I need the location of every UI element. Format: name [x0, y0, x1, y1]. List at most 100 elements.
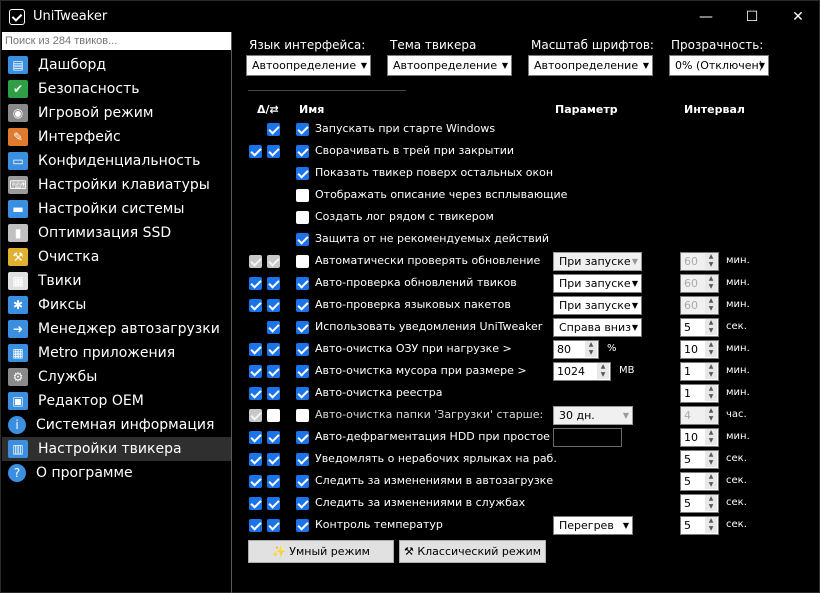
search-input[interactable] — [2, 32, 231, 50]
enable-checkbox[interactable] — [296, 431, 309, 444]
title-bar[interactable]: UniTweaker — ☐ ✕ — [1, 1, 820, 32]
sidebar-item-laptop[interactable]: ▬ Настройки системы — [2, 197, 231, 221]
spin-down-icon[interactable]: ▼ — [597, 371, 609, 379]
spin-down-icon[interactable]: ▼ — [705, 481, 717, 489]
param-dropdown[interactable]: При запуске ▼ — [553, 274, 642, 293]
flag-checkbox-1[interactable] — [249, 343, 262, 356]
enable-checkbox[interactable] — [296, 453, 309, 466]
enable-checkbox[interactable] — [296, 255, 309, 268]
interval-stepper[interactable]: 5 ▲ ▼ — [680, 450, 719, 469]
classic-mode-button[interactable]: ⚒ Классический режим — [399, 540, 546, 563]
sidebar-item-broom[interactable]: ⚒ Очистка — [2, 245, 231, 269]
flag-checkbox-2[interactable] — [267, 475, 280, 488]
sidebar-item-wrench[interactable]: ✱ Фиксы — [2, 293, 231, 317]
enable-checkbox[interactable] — [296, 299, 309, 312]
smart-mode-button[interactable]: ✨ Умный режим — [248, 540, 394, 563]
spin-up-icon[interactable]: ▲ — [705, 473, 717, 481]
spin-down-icon[interactable]: ▼ — [585, 349, 597, 357]
maximize-button[interactable]: ☐ — [729, 1, 775, 32]
spin-up-icon[interactable]: ▲ — [705, 319, 717, 327]
sidebar-item-help[interactable]: ? О программе — [2, 461, 231, 485]
enable-checkbox[interactable] — [296, 343, 309, 356]
spin-up-icon[interactable]: ▲ — [597, 363, 609, 371]
flag-checkbox-1[interactable] — [249, 145, 262, 158]
sidebar-item-dashboard[interactable]: ▤ Дашборд — [2, 53, 231, 77]
interval-stepper[interactable]: 5 ▲ ▼ — [680, 494, 719, 513]
flag-checkbox-2[interactable] — [267, 431, 280, 444]
spin-down-icon[interactable]: ▼ — [705, 327, 717, 335]
enable-checkbox[interactable] — [296, 475, 309, 488]
flag-checkbox-2[interactable] — [267, 387, 280, 400]
spin-down-icon[interactable]: ▼ — [705, 393, 717, 401]
interval-stepper[interactable]: 5 ▲ ▼ — [680, 516, 719, 535]
flag-checkbox-2[interactable] — [267, 145, 280, 158]
interval-stepper[interactable]: 1 ▲ ▼ — [680, 384, 719, 403]
enable-checkbox[interactable] — [296, 211, 309, 224]
enable-checkbox[interactable] — [296, 519, 309, 532]
spin-up-icon[interactable]: ▲ — [705, 495, 717, 503]
param-dropdown[interactable]: Справа вниз ▼ — [553, 318, 642, 337]
sidebar-item-startup[interactable]: ➜ Менеджер автозагрузки — [2, 317, 231, 341]
interval-stepper[interactable]: 5 ▲ ▼ — [680, 472, 719, 491]
param-dropdown[interactable]: Перегрев ▼ — [553, 516, 633, 535]
flag-checkbox-2[interactable] — [267, 321, 280, 334]
flag-checkbox-2[interactable] — [267, 519, 280, 532]
flag-checkbox-2[interactable] — [267, 453, 280, 466]
flag-checkbox-2[interactable] — [267, 343, 280, 356]
enable-checkbox[interactable] — [296, 189, 309, 202]
sidebar-item-keyboard[interactable]: ⌨ Настройки клавиатуры — [2, 173, 231, 197]
enable-checkbox[interactable] — [296, 409, 309, 422]
theme-select[interactable]: Автоопределение ▼ — [387, 55, 512, 76]
sidebar-item-gears[interactable]: ⚙ Службы — [2, 365, 231, 389]
spin-up-icon[interactable]: ▲ — [705, 451, 717, 459]
font-scale-select[interactable]: Автоопределение ▼ — [528, 55, 653, 76]
sidebar-item-shield[interactable]: ✔ Безопасность — [2, 77, 231, 101]
spin-down-icon[interactable]: ▼ — [705, 459, 717, 467]
spin-up-icon[interactable]: ▲ — [585, 341, 597, 349]
enable-checkbox[interactable] — [296, 387, 309, 400]
interval-stepper[interactable]: 10 ▲ ▼ — [680, 428, 719, 447]
enable-checkbox[interactable] — [296, 167, 309, 180]
param-empty-field[interactable] — [553, 428, 622, 447]
opacity-select[interactable]: 0% (Отключен) ▼ — [669, 55, 769, 76]
spin-down-icon[interactable]: ▼ — [705, 349, 717, 357]
enable-checkbox[interactable] — [296, 365, 309, 378]
flag-checkbox-2[interactable] — [267, 277, 280, 290]
spin-down-icon[interactable]: ▼ — [705, 437, 717, 445]
flag-checkbox-1[interactable] — [249, 497, 262, 510]
sidebar-item-gamepad[interactable]: ◉ Игровой режим — [2, 101, 231, 125]
flag-checkbox-2[interactable] — [267, 365, 280, 378]
interval-stepper[interactable]: 10 ▲ ▼ — [680, 340, 719, 359]
flag-checkbox-1[interactable] — [249, 453, 262, 466]
spin-down-icon[interactable]: ▼ — [705, 371, 717, 379]
spin-up-icon[interactable]: ▲ — [705, 341, 717, 349]
sidebar-item-palette[interactable]: ✎ Интерфейс — [2, 125, 231, 149]
flag-checkbox-2[interactable] — [267, 497, 280, 510]
param-stepper[interactable]: 80 ▲ ▼ — [553, 340, 599, 359]
flag-checkbox-1[interactable] — [249, 299, 262, 312]
flag-checkbox-2[interactable] — [267, 299, 280, 312]
flag-checkbox-2[interactable] — [267, 409, 280, 422]
enable-checkbox[interactable] — [296, 123, 309, 136]
sidebar-item-oem[interactable]: ▣ Редактор OEM — [2, 389, 231, 413]
flag-checkbox-1[interactable] — [249, 387, 262, 400]
sidebar-item-tweaks[interactable]: ▦ Твики — [2, 269, 231, 293]
enable-checkbox[interactable] — [296, 233, 309, 246]
close-button[interactable]: ✕ — [775, 1, 820, 32]
enable-checkbox[interactable] — [296, 145, 309, 158]
sidebar-item-metro[interactable]: ▦ Metro приложения — [2, 341, 231, 365]
flag-checkbox-1[interactable] — [249, 519, 262, 532]
spin-up-icon[interactable]: ▲ — [705, 363, 717, 371]
flag-checkbox-1[interactable] — [249, 277, 262, 290]
spin-up-icon[interactable]: ▲ — [705, 429, 717, 437]
interval-stepper[interactable]: 1 ▲ ▼ — [680, 362, 719, 381]
interval-stepper[interactable]: 5 ▲ ▼ — [680, 318, 719, 337]
sidebar-item-ssd[interactable]: ▮ Оптимизация SSD — [2, 221, 231, 245]
spin-up-icon[interactable]: ▲ — [705, 385, 717, 393]
sidebar-item-info[interactable]: i Системная информация — [2, 413, 231, 437]
param-dropdown[interactable]: При запуске ▼ — [553, 296, 642, 315]
enable-checkbox[interactable] — [296, 321, 309, 334]
spin-down-icon[interactable]: ▼ — [705, 525, 717, 533]
sidebar-item-tweaker-settings[interactable]: ▥ Настройки твикера — [2, 437, 231, 461]
sidebar-item-monitor[interactable]: ▭ Конфиденциальность — [2, 149, 231, 173]
